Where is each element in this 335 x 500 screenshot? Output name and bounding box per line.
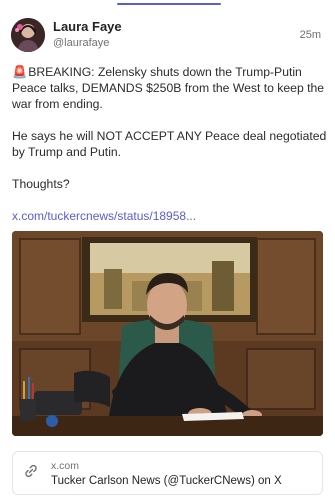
post-link[interactable]: x.com/tuckercnews/status/18958... <box>12 209 196 223</box>
avatar[interactable] <box>11 18 45 52</box>
post-paragraph: x.com/tuckercnews/status/18958... <box>12 208 330 224</box>
post-timestamp[interactable]: 25m <box>300 29 321 41</box>
post-paragraph: Thoughts? <box>12 177 70 191</box>
post-text-breaking: BREAKING: Zelensky shuts down the Trump-… <box>12 65 325 111</box>
post-header: Laura Faye @laurafaye 25m <box>0 0 335 60</box>
link-icon <box>25 464 37 478</box>
link-card-title: Tucker Carlson News (@TuckerCNews) on X <box>51 475 282 487</box>
post-page: Laura Faye @laurafaye 25m 🚨BREAKING: Zel… <box>0 0 335 500</box>
post-paragraph: 🚨BREAKING: Zelensky shuts down the Trump… <box>12 64 330 112</box>
post-body: 🚨BREAKING: Zelensky shuts down the Trump… <box>12 64 330 240</box>
author-name[interactable]: Laura Faye <box>53 19 122 34</box>
link-card-domain: x.com <box>51 460 80 472</box>
alert-siren-icon: 🚨 <box>12 65 28 79</box>
author-handle[interactable]: @laurafaye <box>53 37 109 49</box>
post-paragraph: He says he will NOT ACCEPT ANY Peace dea… <box>12 129 327 159</box>
post-image[interactable] <box>12 231 323 436</box>
post-photo <box>12 231 323 436</box>
link-preview-card[interactable]: x.com Tucker Carlson News (@TuckerCNews)… <box>12 451 323 495</box>
avatar-image <box>11 18 45 52</box>
